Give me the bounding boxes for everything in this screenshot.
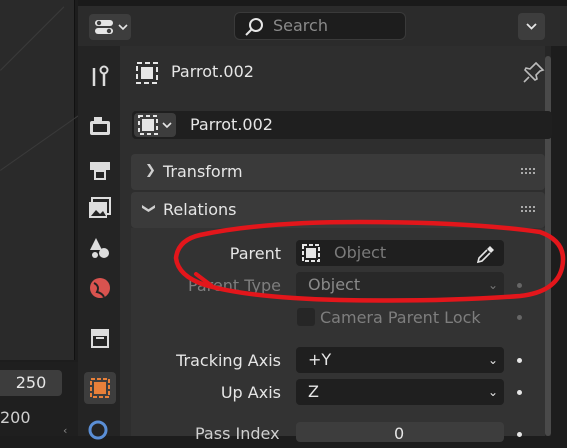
tracking-axis-value: +Y	[308, 350, 332, 369]
box-icon	[91, 329, 109, 348]
3d-viewport[interactable]	[0, 0, 91, 360]
scene-tab[interactable]	[86, 234, 114, 262]
collection-tab[interactable]	[86, 324, 114, 352]
viewport-grid-line	[0, 6, 65, 71]
editor-type-button[interactable]	[89, 14, 131, 40]
transform-panel-header[interactable]: ❯ Transform	[131, 154, 545, 190]
parent-type-value: Object	[308, 275, 361, 294]
frame-end-field[interactable]: 250	[0, 370, 62, 396]
chevron-down-icon: ❯	[140, 203, 156, 214]
camera-parent-lock-label: Camera Parent Lock	[320, 308, 481, 327]
camera-back-icon	[90, 117, 110, 135]
keyframe-dot-icon[interactable]	[517, 358, 522, 363]
pass-index-label: Pass Index	[195, 424, 280, 443]
pin-icon[interactable]	[522, 60, 546, 84]
chevron-left-icon[interactable]: ‹	[63, 424, 67, 437]
tracking-axis-dropdown[interactable]: +Y ⌄	[296, 347, 504, 373]
object-tab[interactable]	[84, 372, 116, 404]
pass-index-value: 0	[394, 424, 405, 443]
tool-tab[interactable]	[86, 62, 114, 90]
object-data-icon	[138, 115, 172, 135]
up-axis-dropdown[interactable]: Z ⌄	[296, 379, 504, 405]
modifier-tab[interactable]	[86, 416, 114, 444]
object-data-icon	[136, 62, 158, 84]
drag-grip-icon[interactable]	[521, 166, 535, 176]
printer-icon	[90, 162, 110, 180]
options-dropdown-button[interactable]	[518, 13, 545, 40]
search-placeholder: Search	[273, 16, 328, 35]
parent-object-placeholder: Object	[334, 243, 387, 262]
view-layer-tab[interactable]	[86, 194, 114, 222]
drag-grip-icon[interactable]	[521, 204, 535, 214]
chevron-right-icon: ❯	[145, 163, 156, 178]
chevron-down-icon: ⌄	[487, 278, 498, 292]
pass-index-field[interactable]: 0	[296, 422, 504, 443]
keyframe-dot-icon[interactable]	[517, 390, 522, 395]
output-tab[interactable]	[86, 156, 114, 184]
tracking-axis-label: Tracking Axis	[176, 351, 281, 370]
up-axis-label: Up Axis	[220, 383, 281, 402]
up-axis-value: Z	[308, 382, 319, 401]
camera-parent-lock-checkbox[interactable]	[297, 308, 315, 326]
keyframe-dot-icon[interactable]	[517, 432, 522, 437]
wrench-screwdriver-icon	[92, 65, 109, 86]
context-object-name: Parrot.002	[171, 62, 254, 81]
datablock-name-field[interactable]: Parrot.002	[190, 115, 273, 134]
parent-type-label: Parent Type	[187, 276, 281, 295]
chevron-down-icon: ⌄	[487, 385, 498, 399]
eyedropper-icon[interactable]	[476, 244, 496, 264]
chevron-down-icon: ⌄	[487, 353, 498, 367]
frame-number-text: 200	[0, 408, 31, 427]
editor-type-icon	[95, 20, 128, 34]
relations-panel-header[interactable]: ❯ Relations	[131, 192, 545, 228]
properties-tabs	[78, 46, 120, 440]
circle-blue-icon	[88, 420, 108, 440]
transform-panel-label: Transform	[163, 162, 243, 181]
images-icon	[89, 197, 111, 218]
render-tab[interactable]	[86, 112, 114, 140]
orange-square-icon	[90, 378, 110, 398]
parent-object-field[interactable]: Object	[296, 240, 504, 266]
keyframe-dot-icon[interactable]	[517, 283, 522, 288]
scene-cone-icon	[90, 238, 109, 258]
parent-label: Parent	[229, 244, 281, 263]
keyframe-dot-icon[interactable]	[517, 315, 522, 320]
world-tab[interactable]	[86, 274, 114, 302]
datablock-type-button[interactable]	[134, 113, 176, 137]
parent-type-dropdown[interactable]: Object ⌄	[296, 272, 504, 298]
chevron-down-icon	[526, 23, 537, 30]
search-icon	[245, 18, 263, 36]
relations-panel-label: Relations	[163, 200, 237, 219]
object-data-icon	[302, 244, 320, 262]
globe-icon	[90, 278, 110, 298]
search-field[interactable]: Search	[234, 12, 406, 40]
header-top-strip	[78, 0, 567, 6]
